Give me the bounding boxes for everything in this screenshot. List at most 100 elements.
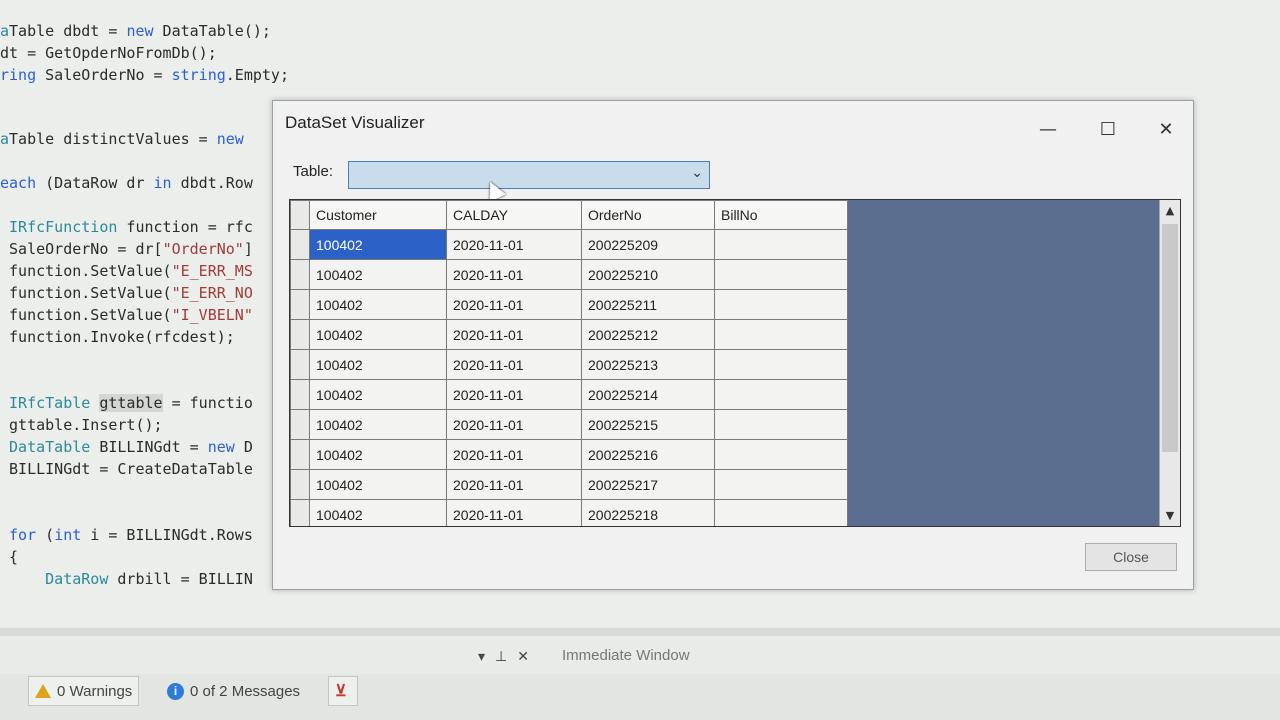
warnings-filter-button[interactable]: 0 Warnings: [28, 676, 140, 706]
row-header[interactable]: [290, 349, 310, 380]
cell-calday[interactable]: 2020-11-01: [446, 319, 582, 350]
code-line: each (DataRow dr in dbdt.Row: [0, 174, 253, 192]
cell-orderno[interactable]: 200225215: [581, 409, 715, 440]
chevron-down-icon: ⌄: [691, 165, 703, 181]
cell-orderno[interactable]: 200225210: [581, 259, 715, 290]
panel-divider[interactable]: [0, 628, 1280, 636]
table-row[interactable]: 100402 2020-11-01 200225213: [290, 349, 848, 380]
table-label: Table:: [293, 163, 334, 180]
code-line: {: [0, 548, 19, 566]
close-button[interactable]: Close: [1085, 543, 1177, 571]
row-header[interactable]: [290, 229, 310, 260]
code-line: for (int i = BILLINGdt.Rows: [9, 526, 253, 544]
table-row[interactable]: 100402 2020-11-01 200225218: [290, 499, 848, 526]
row-header[interactable]: [290, 499, 310, 526]
row-header[interactable]: [290, 409, 310, 440]
cell-customer[interactable]: 100402: [309, 259, 447, 290]
column-header-billno[interactable]: BillNo: [714, 200, 848, 230]
row-header[interactable]: [290, 259, 310, 290]
dialog-title: DataSet Visualizer: [285, 113, 425, 132]
row-header[interactable]: [290, 379, 310, 410]
scroll-up-icon[interactable]: ▲: [1160, 204, 1180, 217]
cell-orderno[interactable]: 200225217: [581, 469, 715, 500]
table-select[interactable]: ⌄: [348, 161, 710, 189]
cell-billno[interactable]: [714, 439, 848, 470]
table-row[interactable]: 100402 2020-11-01 200225217: [290, 469, 848, 500]
cell-calday[interactable]: 2020-11-01: [446, 469, 582, 500]
cell-customer[interactable]: 100402: [309, 349, 447, 380]
row-header[interactable]: [290, 469, 310, 500]
info-icon: i: [167, 682, 184, 700]
cell-customer[interactable]: 100402: [309, 229, 447, 260]
code-line: IRfcFunction function = rfc: [9, 218, 253, 236]
data-grid[interactable]: Customer CALDAY OrderNo BillNo 100402 20…: [289, 199, 1181, 527]
cell-orderno[interactable]: 200225213: [581, 349, 715, 380]
cell-customer[interactable]: 100402: [309, 439, 447, 470]
table-row[interactable]: 100402 2020-11-01 200225211: [290, 289, 848, 320]
immediate-window-tab[interactable]: Immediate Window: [562, 647, 690, 664]
cell-billno[interactable]: [714, 229, 848, 260]
scroll-down-icon[interactable]: ▼: [1160, 509, 1180, 522]
cell-orderno[interactable]: 200225216: [581, 439, 715, 470]
messages-filter-button[interactable]: i 0 of 2 Messages: [160, 676, 307, 706]
cell-calday[interactable]: 2020-11-01: [446, 229, 582, 260]
cell-billno[interactable]: [714, 499, 848, 526]
code-line: gttable.Insert();: [0, 416, 163, 434]
code-line: DataRow drbill = BILLIN: [45, 570, 253, 588]
cell-orderno[interactable]: 200225214: [581, 379, 715, 410]
pin-icon[interactable]: ⊥: [495, 649, 507, 665]
column-header-customer[interactable]: Customer: [309, 200, 447, 230]
table-row[interactable]: 100402 2020-11-01 200225216: [290, 439, 848, 470]
cell-orderno[interactable]: 200225209: [581, 229, 715, 260]
cell-billno[interactable]: [714, 469, 848, 500]
cell-billno[interactable]: [714, 409, 848, 440]
cell-billno[interactable]: [714, 379, 848, 410]
table-row[interactable]: 100402 2020-11-01 200225215: [290, 409, 848, 440]
cell-billno[interactable]: [714, 289, 848, 320]
cell-billno[interactable]: [714, 319, 848, 350]
cell-customer[interactable]: 100402: [309, 409, 447, 440]
row-header[interactable]: [290, 289, 310, 320]
close-window-button[interactable]: ✕: [1151, 119, 1181, 141]
warning-icon: [35, 684, 51, 698]
table-row[interactable]: 100402 2020-11-01 200225212: [290, 319, 848, 350]
cell-customer[interactable]: 100402: [309, 469, 447, 500]
column-header-orderno[interactable]: OrderNo: [581, 200, 715, 230]
column-header-calday[interactable]: CALDAY: [446, 200, 582, 230]
cell-calday[interactable]: 2020-11-01: [446, 289, 582, 320]
cell-customer[interactable]: 100402: [309, 499, 447, 526]
cell-billno[interactable]: [714, 349, 848, 380]
dropdown-icon[interactable]: ▾: [478, 649, 485, 665]
header-row: Customer CALDAY OrderNo BillNo: [290, 200, 848, 230]
maximize-button[interactable]: ☐: [1093, 119, 1123, 141]
corner-header[interactable]: [290, 200, 310, 230]
table-row[interactable]: 100402 2020-11-01 200225214: [290, 379, 848, 410]
cell-calday[interactable]: 2020-11-01: [446, 259, 582, 290]
messages-label: 0 of 2 Messages: [190, 682, 301, 700]
cell-calday[interactable]: 2020-11-01: [446, 379, 582, 410]
cell-billno[interactable]: [714, 259, 848, 290]
cell-orderno[interactable]: 200225218: [581, 499, 715, 526]
cell-orderno[interactable]: 200225211: [581, 289, 715, 320]
cell-calday[interactable]: 2020-11-01: [446, 499, 582, 526]
table-row[interactable]: 100402 2020-11-01 200225210: [290, 259, 848, 290]
filter-clear-icon: ⊻: [335, 683, 347, 700]
code-line: function.SetValue("I_VBELN": [0, 306, 253, 324]
row-header[interactable]: [290, 439, 310, 470]
code-line: IRfcTable gttable = functio: [9, 394, 253, 412]
table-row[interactable]: 100402 2020-11-01 200225209: [290, 229, 848, 260]
minimize-button[interactable]: —: [1033, 119, 1063, 141]
cell-customer[interactable]: 100402: [309, 289, 447, 320]
cell-calday[interactable]: 2020-11-01: [446, 439, 582, 470]
row-header[interactable]: [290, 319, 310, 350]
vertical-scrollbar[interactable]: ▲ ▼: [1159, 200, 1180, 526]
cell-customer[interactable]: 100402: [309, 319, 447, 350]
clear-filter-button[interactable]: ⊻: [328, 676, 358, 706]
close-icon[interactable]: ✕: [517, 649, 529, 665]
cell-calday[interactable]: 2020-11-01: [446, 409, 582, 440]
scroll-thumb[interactable]: [1162, 224, 1178, 452]
warnings-label: 0 Warnings: [57, 682, 133, 700]
cell-customer[interactable]: 100402: [309, 379, 447, 410]
cell-calday[interactable]: 2020-11-01: [446, 349, 582, 380]
cell-orderno[interactable]: 200225212: [581, 319, 715, 350]
